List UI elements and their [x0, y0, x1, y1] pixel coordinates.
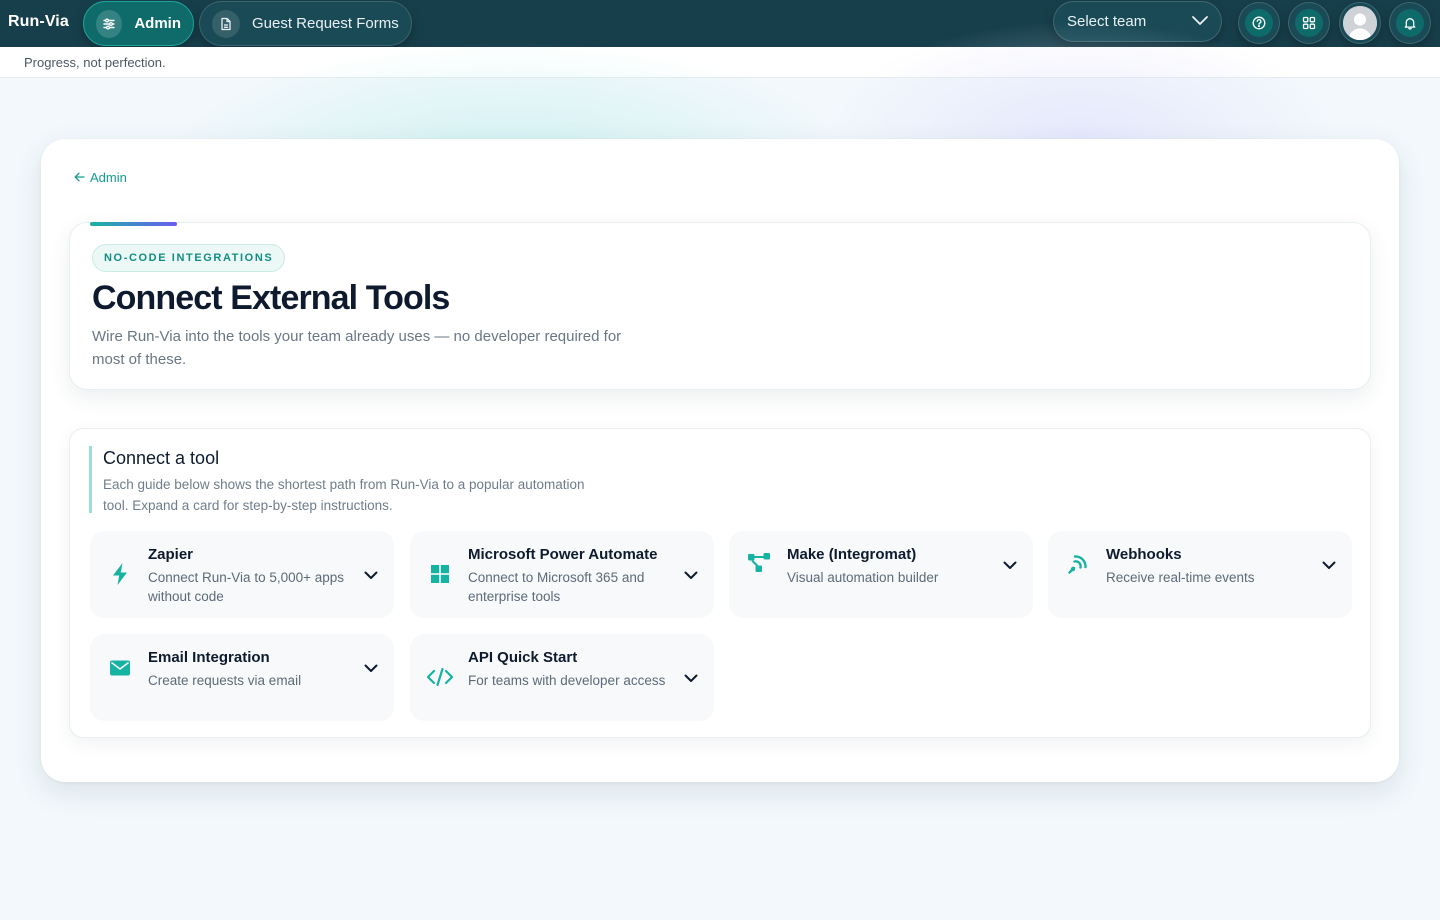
tool-description: Create requests via email — [148, 673, 302, 688]
section-header: Connect a tool Each guide below shows th… — [89, 446, 609, 513]
tool-title: Make (Integromat) — [787, 546, 917, 563]
tool-card-zapier[interactable]: Zapier Connect Run-Via to 5,000+ apps wi… — [90, 531, 394, 618]
chevron-down-icon[interactable] — [362, 659, 380, 677]
tool-card-power-automate[interactable]: Microsoft Power Automate Connect to Micr… — [410, 531, 714, 618]
tool-description: Connect Run-Via to 5,000+ apps without c… — [148, 570, 345, 604]
tool-card-api-quick-start[interactable]: API Quick Start For teams with developer… — [410, 634, 714, 721]
nav-admin-label: Admin — [134, 15, 181, 32]
webhook-icon — [1066, 552, 1090, 576]
sliders-icon — [96, 9, 123, 38]
bell-icon — [1396, 9, 1424, 37]
arrow-left-icon — [74, 170, 85, 185]
chevron-down-icon[interactable] — [682, 669, 700, 687]
user-avatar-button[interactable] — [1339, 2, 1381, 44]
tool-title: Microsoft Power Automate — [468, 546, 658, 563]
back-to-admin-link[interactable]: Admin — [74, 170, 127, 185]
nav-forms-label: Guest Request Forms — [252, 15, 399, 32]
page-description: Wire Run-Via into the tools your team al… — [92, 328, 622, 368]
back-link-label: Admin — [90, 170, 127, 185]
tool-description: Receive real-time events — [1106, 570, 1255, 585]
tool-title: Email Integration — [148, 649, 270, 666]
chevron-down-icon[interactable] — [1320, 556, 1338, 574]
code-icon — [426, 665, 454, 689]
page-title: Connect External Tools — [92, 279, 450, 317]
hero-accent-bar — [90, 222, 177, 226]
notifications-button[interactable] — [1389, 2, 1431, 44]
tool-title: Webhooks — [1106, 546, 1182, 563]
category-badge: NO-CODE INTEGRATIONS — [92, 244, 286, 272]
flow-nodes-icon — [747, 551, 771, 575]
document-icon — [212, 9, 240, 38]
chevron-down-icon[interactable] — [682, 566, 700, 584]
tool-title: API Quick Start — [468, 649, 578, 666]
chevron-down-icon[interactable] — [362, 566, 380, 584]
hero-card: NO-CODE INTEGRATIONS Connect External To… — [69, 222, 1371, 390]
section-title: Connect a tool — [103, 448, 220, 468]
section-subtitle: Each guide below shows the shortest path… — [103, 477, 585, 513]
tool-description: Connect to Microsoft 365 and enterprise … — [468, 570, 645, 604]
tagline: Progress, not perfection. — [24, 55, 166, 70]
envelope-icon — [108, 656, 132, 680]
main-content-panel: Admin NO-CODE INTEGRATIONS Connect Exter… — [41, 139, 1399, 782]
tool-card-webhooks[interactable]: Webhooks Receive real-time events — [1048, 531, 1352, 618]
tool-title: Zapier — [148, 546, 194, 563]
chevron-down-icon[interactable] — [1001, 556, 1019, 574]
tool-card-email[interactable]: Email Integration Create requests via em… — [90, 634, 394, 721]
brand-logo[interactable]: Run-Via — [8, 13, 69, 31]
tool-card-make[interactable]: Make (Integromat) Visual automation buil… — [729, 531, 1033, 618]
avatar-icon — [1343, 6, 1377, 40]
lightning-icon — [108, 562, 132, 586]
windows-grid-icon — [428, 562, 452, 586]
tool-description: Visual automation builder — [787, 570, 939, 585]
tool-description: For teams with developer access — [468, 673, 666, 688]
connect-tool-section: Connect a tool Each guide below shows th… — [69, 428, 1371, 738]
